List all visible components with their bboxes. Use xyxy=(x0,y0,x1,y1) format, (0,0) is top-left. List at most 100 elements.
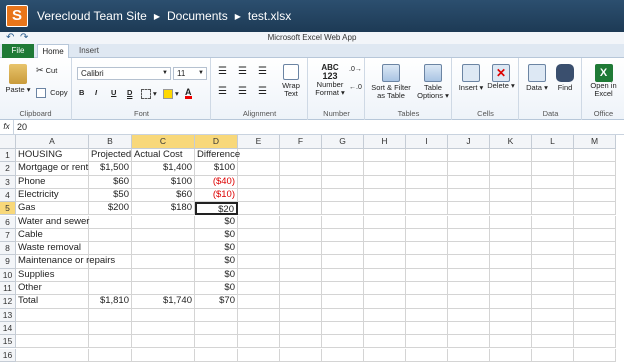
table-cell[interactable] xyxy=(574,228,616,243)
table-cell[interactable] xyxy=(322,175,364,189)
table-cell[interactable] xyxy=(89,335,132,349)
table-cell[interactable]: Total xyxy=(16,295,89,309)
row-header[interactable]: 3 xyxy=(0,175,16,189)
formula-input[interactable]: 20 xyxy=(17,120,27,134)
table-cell[interactable] xyxy=(490,215,532,229)
table-cell[interactable] xyxy=(490,149,532,163)
borders-button[interactable]: ▾ xyxy=(141,89,157,99)
table-cell[interactable]: ($10) xyxy=(195,188,238,203)
row-header[interactable]: 11 xyxy=(0,282,16,296)
table-cell[interactable] xyxy=(280,149,322,163)
table-cell[interactable] xyxy=(448,308,490,322)
table-cell[interactable] xyxy=(280,202,322,216)
table-cell[interactable] xyxy=(89,308,132,322)
table-cell[interactable] xyxy=(132,335,195,349)
table-cell[interactable] xyxy=(448,242,490,256)
table-cell[interactable] xyxy=(364,202,406,216)
table-cell[interactable]: Cable xyxy=(16,228,89,243)
table-cell[interactable] xyxy=(406,162,448,176)
table-cell[interactable] xyxy=(532,175,574,189)
table-cell[interactable] xyxy=(406,255,448,269)
table-cell[interactable] xyxy=(364,255,406,269)
table-cell[interactable]: $1,400 xyxy=(132,162,195,176)
decrease-decimal-icon[interactable]: ←.0 xyxy=(349,84,362,92)
table-cell[interactable] xyxy=(490,321,532,336)
table-cell[interactable] xyxy=(280,162,322,176)
table-cell[interactable] xyxy=(448,255,490,269)
table-cell[interactable]: $70 xyxy=(195,295,238,309)
row-header[interactable]: 7 xyxy=(0,228,16,243)
table-cell[interactable]: Mortgage or rent xyxy=(16,162,89,176)
table-cell[interactable] xyxy=(322,255,364,269)
table-cell[interactable] xyxy=(16,348,89,362)
table-cell[interactable]: $60 xyxy=(132,188,195,203)
table-cell[interactable] xyxy=(448,162,490,176)
insert-cells-button[interactable]: Insert ▾ xyxy=(457,64,485,92)
table-cell[interactable]: Maintenance or repairs xyxy=(16,255,115,269)
table-cell[interactable] xyxy=(280,215,322,229)
table-cell[interactable] xyxy=(364,175,406,189)
table-cell[interactable] xyxy=(238,295,280,309)
table-cell[interactable] xyxy=(89,228,132,243)
table-cell[interactable] xyxy=(574,335,616,349)
table-cell[interactable]: Difference xyxy=(195,149,240,163)
table-cell[interactable] xyxy=(195,308,238,322)
table-cell[interactable] xyxy=(532,282,574,296)
data-button[interactable]: Data ▾ xyxy=(524,64,550,92)
row-header[interactable]: 13 xyxy=(0,308,16,322)
table-cell[interactable]: $0 xyxy=(195,215,238,229)
table-cell[interactable] xyxy=(132,282,195,296)
row-header[interactable]: 9 xyxy=(0,255,16,269)
table-cell[interactable] xyxy=(490,255,532,269)
column-header-j[interactable]: J xyxy=(448,135,490,149)
column-header-l[interactable]: L xyxy=(532,135,574,149)
table-cell[interactable] xyxy=(238,149,280,163)
table-cell[interactable] xyxy=(532,335,574,349)
table-cell[interactable] xyxy=(364,348,406,362)
table-cell[interactable] xyxy=(322,242,364,256)
table-cell[interactable] xyxy=(532,188,574,203)
align-center-icon[interactable]: ☰ xyxy=(238,87,247,97)
tab-home[interactable]: Home xyxy=(37,44,69,59)
table-cell[interactable] xyxy=(280,282,322,296)
table-cell[interactable]: $100 xyxy=(132,175,195,189)
table-cell[interactable] xyxy=(490,268,532,282)
table-cell[interactable] xyxy=(490,202,532,216)
table-cell[interactable] xyxy=(238,255,280,269)
table-cell[interactable] xyxy=(89,282,132,296)
table-cell[interactable] xyxy=(280,242,322,256)
table-cell[interactable] xyxy=(574,321,616,336)
table-cell[interactable] xyxy=(322,162,364,176)
table-cell[interactable] xyxy=(574,282,616,296)
table-cell[interactable]: Electricity xyxy=(16,188,89,203)
bold-button[interactable]: B xyxy=(79,89,84,97)
table-cell[interactable] xyxy=(322,295,364,309)
table-cell[interactable] xyxy=(322,202,364,216)
breadcrumb-library[interactable]: Documents xyxy=(167,9,228,23)
table-cell[interactable] xyxy=(132,215,195,229)
table-cell[interactable] xyxy=(490,175,532,189)
row-header[interactable]: 16 xyxy=(0,348,16,362)
table-cell[interactable] xyxy=(532,308,574,322)
table-cell[interactable] xyxy=(238,348,280,362)
column-header-d[interactable]: D xyxy=(195,135,238,149)
table-cell[interactable] xyxy=(322,188,364,203)
double-underline-button[interactable]: D xyxy=(127,89,132,97)
table-cell[interactable] xyxy=(280,321,322,336)
table-cell[interactable] xyxy=(322,282,364,296)
table-cell[interactable] xyxy=(574,149,616,163)
table-cell[interactable]: $1,810 xyxy=(89,295,132,309)
table-cell[interactable] xyxy=(406,268,448,282)
table-cell[interactable]: $0 xyxy=(195,228,238,243)
table-cell[interactable] xyxy=(364,335,406,349)
column-header-b[interactable]: B xyxy=(89,135,132,149)
align-bottom-icon[interactable]: ☰ xyxy=(258,67,267,77)
table-cell[interactable] xyxy=(532,242,574,256)
table-cell[interactable] xyxy=(280,255,322,269)
table-cell[interactable] xyxy=(195,348,238,362)
table-cell[interactable] xyxy=(406,228,448,243)
table-cell[interactable]: $1,500 xyxy=(89,162,132,176)
copy-button[interactable]: Copy xyxy=(36,88,68,98)
table-cell[interactable]: Other xyxy=(16,282,89,296)
row-header[interactable]: 8 xyxy=(0,242,16,256)
